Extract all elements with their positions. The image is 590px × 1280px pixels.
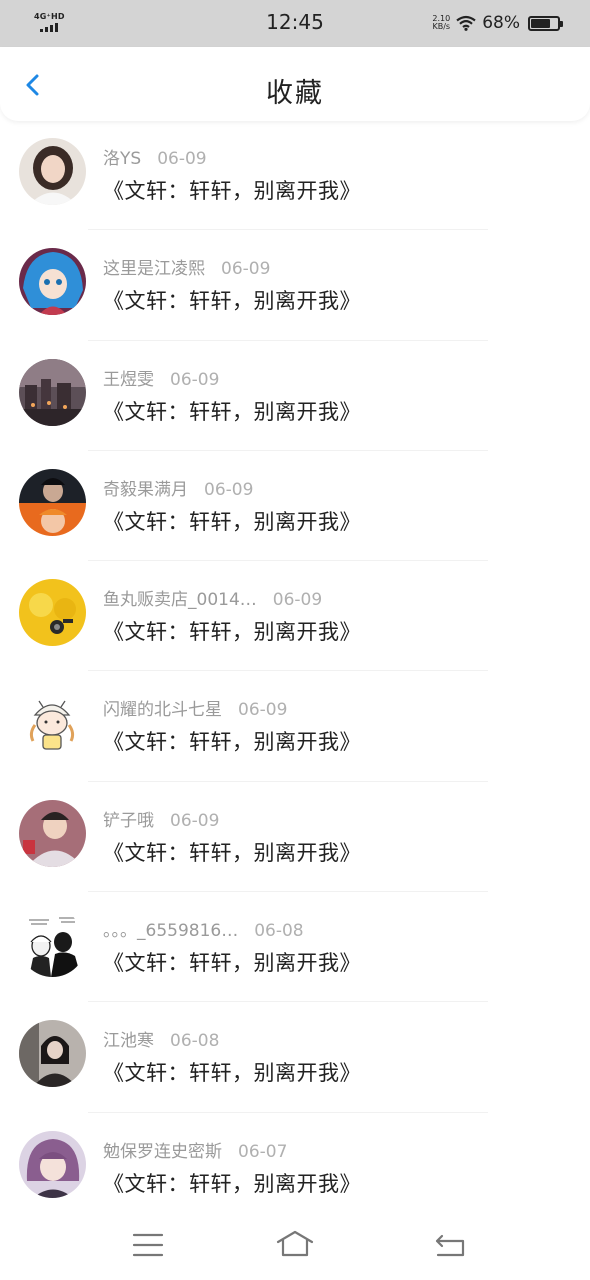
avatar-night-city-icon (19, 358, 86, 426)
avatar-dark-portrait-icon (19, 1020, 86, 1088)
username[interactable]: 鱼丸贩卖店_0014… (103, 590, 257, 610)
item-date: 06-07 (238, 1141, 288, 1162)
item-meta: 洛YS 06-09 (103, 144, 207, 169)
item-meta: 奇毅果满月 06-09 (103, 475, 253, 500)
avatar[interactable] (19, 689, 86, 757)
header: 收藏 (0, 47, 590, 121)
avatar[interactable] (19, 358, 86, 426)
username[interactable]: 王煜雯 (103, 370, 154, 390)
battery-icon (528, 15, 563, 31)
avatar[interactable] (19, 1130, 86, 1198)
item-date: 06-09 (157, 149, 207, 169)
back-arrow-icon (435, 1234, 465, 1257)
system-nav-bar (0, 1210, 590, 1280)
wifi-icon (456, 15, 476, 31)
avatar-cartoon-girl-icon (19, 689, 86, 757)
avatar-purple-hair-icon (19, 1130, 86, 1198)
avatar[interactable] (19, 468, 86, 536)
item-meta: 铲子哦 06-09 (103, 806, 219, 831)
item-date: 06-08 (170, 1031, 220, 1052)
username[interactable]: 洛YS (103, 149, 141, 169)
item-date: 06-09 (272, 590, 323, 611)
item-title[interactable]: 《文轩：轩轩，别离开我》 (103, 175, 361, 205)
avatar[interactable] (19, 248, 86, 316)
speed-unit: KB/s (432, 22, 451, 31)
item-date: 06-09 (221, 259, 271, 280)
avatar[interactable] (19, 910, 86, 978)
item-title[interactable]: 《文轩：轩轩，别离开我》 (103, 837, 361, 867)
avatar-girl-photo-icon (19, 138, 86, 205)
avatar[interactable] (19, 138, 86, 205)
item-title[interactable]: 《文轩：轩轩，别离开我》 (103, 396, 361, 426)
item-date: 06-08 (254, 921, 304, 942)
item-meta: 鱼丸贩卖店_0014… 06-09 (103, 585, 322, 610)
list-item[interactable]: 江池寒 06-08 《文轩：轩轩，别离开我》 (0, 1002, 590, 1113)
avatar-anime-blue-hair-icon (19, 248, 86, 316)
item-date: 06-09 (238, 700, 288, 721)
avatar[interactable] (19, 799, 86, 867)
item-meta: 这里是江凌熙 06-09 (103, 254, 270, 279)
avatar-boy-photo-icon (19, 799, 86, 867)
back-nav-button[interactable] (430, 1228, 470, 1262)
item-meta: 闪耀的北斗七星 06-09 (103, 695, 287, 720)
avatar[interactable] (19, 579, 86, 647)
username[interactable]: 闪耀的北斗七星 (103, 700, 222, 720)
page-title: 收藏 (266, 78, 324, 109)
avatar-split-portrait-icon (19, 468, 86, 536)
list-item[interactable]: 闪耀的北斗七星 06-09 《文轩：轩轩，别离开我》 (0, 671, 590, 782)
username[interactable]: 勉保罗连史密斯 (103, 1142, 222, 1162)
item-title[interactable]: 《文轩：轩轩，别离开我》 (103, 947, 361, 977)
item-title[interactable]: 《文轩：轩轩，别离开我》 (103, 726, 361, 756)
item-title[interactable]: 《文轩：轩轩，别离开我》 (103, 616, 361, 646)
avatar[interactable] (19, 1020, 86, 1088)
username[interactable]: 。。。_6559816… (103, 921, 238, 941)
item-meta: 勉保罗连史密斯 06-07 (103, 1137, 287, 1162)
item-title[interactable]: 《文轩：轩轩，别离开我》 (103, 1168, 361, 1198)
item-meta: 江池寒 06-08 (103, 1026, 219, 1051)
list-item[interactable]: 王煜雯 06-09 《文轩：轩轩，别离开我》 (0, 341, 590, 451)
home-icon (276, 1230, 314, 1257)
item-meta: 王煜雯 06-09 (103, 365, 219, 390)
avatar-yellow-chick-icon (19, 579, 86, 647)
list-item[interactable]: 勉保罗连史密斯 06-07 《文轩：轩轩，别离开我》 (0, 1113, 590, 1223)
network-speed: 2.10 KB/s (432, 15, 450, 31)
username[interactable]: 奇毅果满月 (103, 480, 188, 500)
menu-button[interactable] (128, 1228, 168, 1262)
status-bar: 4G⁺HD 12:45 2.10 KB/s 68% (0, 0, 590, 47)
list-item[interactable]: 这里是江凌熙 06-09 《文轩：轩轩，别离开我》 (0, 230, 590, 341)
item-date: 06-09 (170, 810, 220, 831)
list-item[interactable]: 铲子哦 06-09 《文轩：轩轩，别离开我》 (0, 782, 590, 893)
favorites-list: 洛YS 06-09 《文轩：轩轩，别离开我》 这里是江凌熙 06-09 《文轩：轩轩… (0, 120, 590, 1223)
battery-percent: 68% (482, 13, 520, 33)
username[interactable]: 铲子哦 (103, 811, 154, 831)
list-item[interactable]: 。。。_6559816… 06-08 《文轩：轩轩，别离开我》 (0, 892, 590, 1003)
item-title[interactable]: 《文轩：轩轩，别离开我》 (103, 506, 361, 536)
item-date: 06-09 (204, 479, 254, 500)
item-meta: 。。。_6559816… 06-08 (103, 916, 304, 941)
list-item[interactable]: 奇毅果满月 06-09 《文轩：轩轩，别离开我》 (0, 451, 590, 562)
list-item[interactable]: 洛YS 06-09 《文轩：轩轩，别离开我》 (0, 120, 590, 231)
list-item[interactable]: 鱼丸贩卖店_0014… 06-09 《文轩：轩轩，别离开我》 (0, 561, 590, 672)
item-title[interactable]: 《文轩：轩轩，别离开我》 (103, 1057, 361, 1087)
menu-icon (132, 1233, 164, 1257)
item-title[interactable]: 《文轩：轩轩，别离开我》 (103, 285, 361, 315)
username[interactable]: 这里是江凌熙 (103, 259, 205, 279)
avatar-manga-sketch-icon (19, 910, 86, 978)
home-button[interactable] (275, 1228, 315, 1262)
item-date: 06-09 (170, 369, 220, 390)
username[interactable]: 江池寒 (103, 1031, 154, 1051)
